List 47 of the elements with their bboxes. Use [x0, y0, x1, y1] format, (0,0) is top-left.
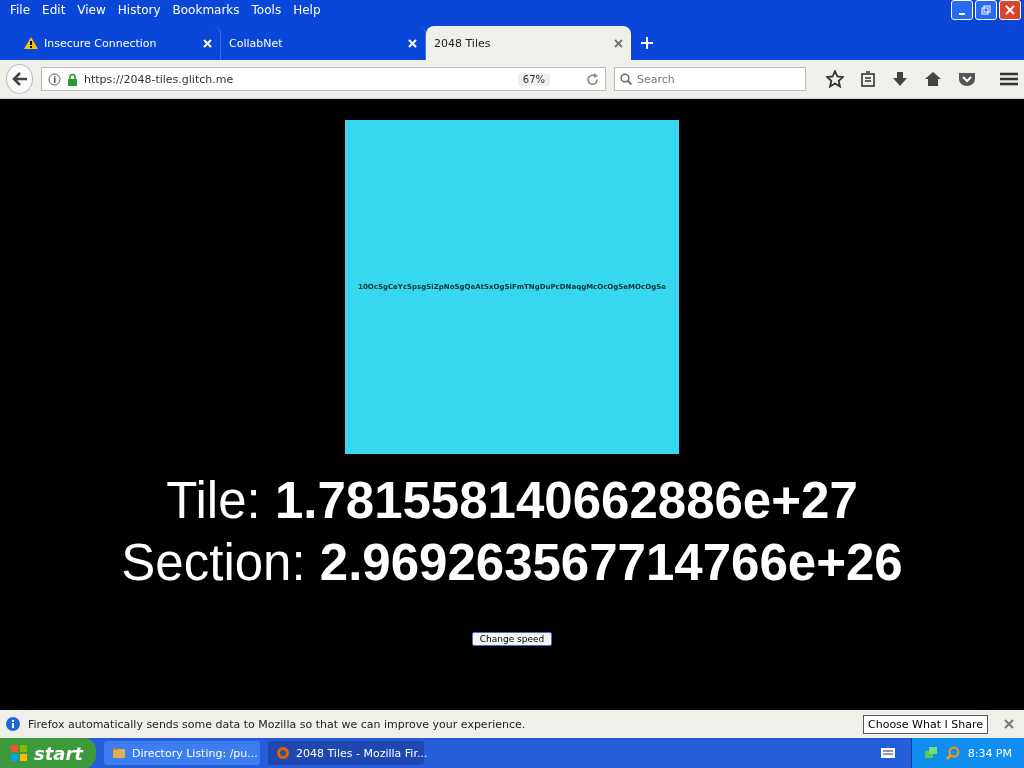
minimize-icon	[959, 13, 965, 15]
browser-tab[interactable]: 2048 Tiles	[426, 26, 631, 60]
reload-icon[interactable]	[586, 72, 599, 86]
restore-icon	[981, 5, 991, 15]
home-icon[interactable]	[924, 71, 942, 87]
close-icon	[1005, 5, 1015, 15]
section-value-text: Section: 2.969263567714766e+26	[121, 533, 903, 593]
info-icon[interactable]	[48, 72, 61, 86]
browser-icon	[276, 746, 290, 760]
download-icon[interactable]	[892, 71, 908, 87]
tab-title: CollabNet	[229, 36, 284, 50]
choose-share-button[interactable]: Choose What I Share	[863, 714, 988, 734]
close-button[interactable]	[999, 0, 1021, 20]
close-icon[interactable]	[614, 38, 623, 48]
pocket-icon[interactable]	[958, 71, 976, 87]
notification-text: Firefox automatically sends some data to Mozilla so that we can improve your experience.	[28, 717, 526, 731]
folder-icon	[112, 747, 126, 759]
clipboard-icon[interactable]	[860, 71, 876, 87]
menu-item[interactable]: View	[71, 3, 112, 17]
keyboard-icon[interactable]	[880, 748, 895, 758]
lock-icon	[67, 72, 78, 86]
menu-item[interactable]: Edit	[36, 3, 72, 17]
new-tab-icon[interactable]	[641, 37, 653, 49]
star-icon[interactable]	[826, 70, 844, 88]
address-field[interactable]: https://2048-tiles.glitch.me 67%	[41, 67, 606, 91]
search-field[interactable]: Search	[614, 67, 806, 91]
info-icon	[6, 717, 20, 731]
start-button[interactable]: start	[0, 738, 96, 768]
tab-title: 2048 Tiles	[434, 36, 492, 50]
menu-item[interactable]: Tools	[245, 3, 288, 17]
menu-item[interactable]: History	[111, 3, 167, 17]
zoom-level[interactable]: 67%	[517, 72, 550, 86]
windows-logo-icon	[10, 744, 28, 762]
back-arrow-icon	[11, 72, 28, 86]
back-button[interactable]	[6, 64, 33, 94]
clock: 8:34 PM	[967, 746, 1012, 760]
menu-icon[interactable]	[1000, 72, 1018, 86]
taskbar-button[interactable]: Directory Listing: /pu...	[104, 741, 260, 765]
change-speed-button[interactable]: Change speed	[471, 632, 553, 646]
tab-title: Insecure Connection	[44, 36, 158, 50]
tile-value-text: Tile: 1.781558140662886e+27	[166, 471, 858, 531]
menu-item[interactable]: Help	[287, 3, 327, 17]
menu-item[interactable]: Bookmarks	[166, 3, 246, 17]
menu-item[interactable]: File	[4, 3, 37, 17]
restore-button[interactable]	[975, 0, 997, 20]
close-icon[interactable]	[1004, 719, 1014, 729]
minimize-button[interactable]	[951, 0, 973, 20]
